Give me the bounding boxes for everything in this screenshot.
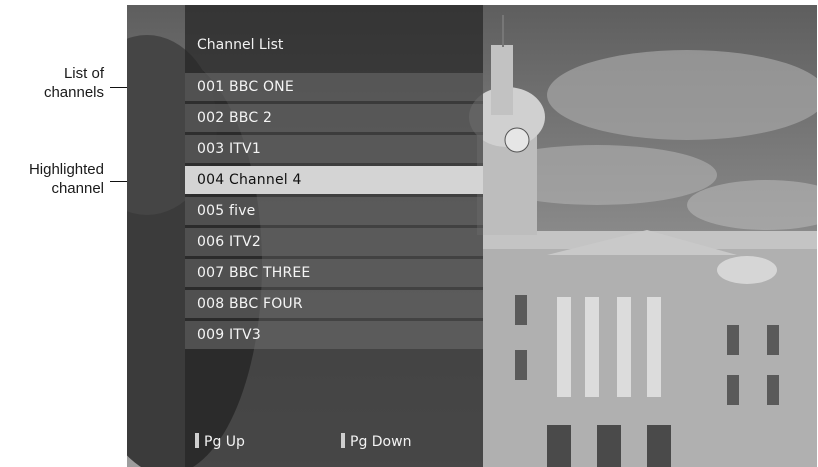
channel-row[interactable]: 003 ITV1 [185,135,483,163]
channel-label: 008 BBC FOUR [197,296,303,312]
callout-highlighted-channel: Highlighted channel [0,160,104,198]
tv-screen: Channel List 001 BBC ONE 002 BBC 2 003 I… [127,5,817,467]
callout-line-2: channel [51,180,104,197]
page-up-button[interactable]: Pg Up [195,433,245,451]
channel-list-title: Channel List [197,37,284,53]
channel-row[interactable]: 007 BBC THREE [185,259,483,287]
channel-row[interactable]: 002 BBC 2 [185,104,483,132]
page-down-label: Pg Down [350,434,412,450]
channel-list-panel: Channel List 001 BBC ONE 002 BBC 2 003 I… [185,5,483,467]
channel-row[interactable]: 001 BBC ONE [185,73,483,101]
callout-line-2: channels [43,84,104,101]
channel-row[interactable]: 008 BBC FOUR [185,290,483,318]
channel-label: 001 BBC ONE [197,79,294,95]
page-up-color-key-icon [195,433,199,448]
callout-line-1: List of [63,65,104,82]
channel-label: 004 Channel 4 [197,172,302,188]
callout-line-1: Highlighted [28,161,104,178]
channel-row[interactable]: 005 five [185,197,483,225]
channel-label: 003 ITV1 [197,141,261,157]
channel-row[interactable]: 009 ITV3 [185,321,483,349]
channel-label: 009 ITV3 [197,327,261,343]
callout-list-of-channels: List of channels [0,64,104,102]
channel-label: 007 BBC THREE [197,265,311,281]
channel-label: 006 ITV2 [197,234,261,250]
page-down-color-key-icon [341,433,345,448]
channel-label: 005 five [197,203,256,219]
channel-label: 002 BBC 2 [197,110,273,126]
page-down-button[interactable]: Pg Down [341,433,411,451]
channel-row[interactable]: 006 ITV2 [185,228,483,256]
channel-row-highlighted[interactable]: 004 Channel 4 [185,166,483,194]
page-up-label: Pg Up [204,434,245,450]
